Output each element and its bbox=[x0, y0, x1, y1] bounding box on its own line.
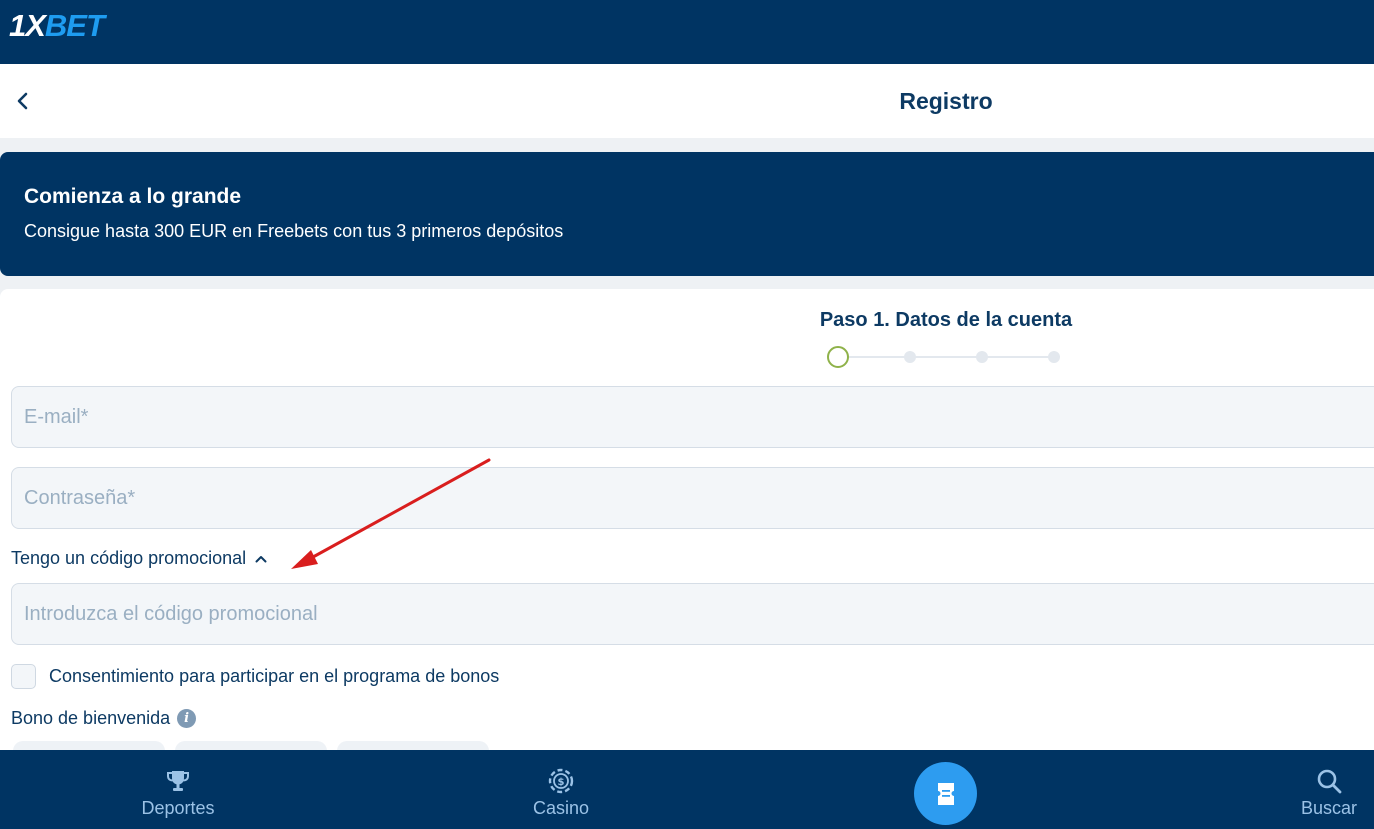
logo-part-bet: BET bbox=[44, 8, 105, 43]
step-indicator-4 bbox=[1048, 351, 1060, 363]
chevron-up-icon bbox=[254, 552, 268, 566]
logo-part-1x: 1X bbox=[9, 8, 46, 43]
step-title: Paso 1. Datos de la cuenta bbox=[819, 309, 1073, 331]
nav-deportes[interactable]: Deportes bbox=[128, 750, 228, 829]
bet-slip-icon bbox=[937, 782, 954, 805]
promo-code-input[interactable] bbox=[12, 584, 1374, 644]
bet-slip-button[interactable] bbox=[914, 762, 977, 825]
info-icon[interactable]: i bbox=[177, 709, 197, 728]
nav-buscar-label: Buscar bbox=[1300, 798, 1358, 818]
nav-buscar[interactable]: Buscar bbox=[1289, 750, 1369, 829]
step-indicator-1 bbox=[827, 346, 849, 368]
banner-title: Comienza a lo grande bbox=[24, 185, 242, 208]
search-icon bbox=[1315, 767, 1343, 795]
svg-text:$: $ bbox=[558, 777, 565, 788]
promo-code-toggle[interactable]: Tengo un código promocional bbox=[11, 548, 268, 569]
bonus-consent-label[interactable]: Consentimiento para participar en el pro… bbox=[49, 666, 499, 687]
promo-banner: Comienza a lo grande Consigue hasta 300 … bbox=[0, 152, 1374, 276]
step-progress bbox=[826, 345, 1066, 369]
welcome-bonus-text: Bono de bienvenida bbox=[11, 708, 171, 728]
bonus-consent-checkbox[interactable] bbox=[11, 664, 36, 689]
step-indicator-2 bbox=[904, 351, 916, 363]
page-title: Registro bbox=[899, 88, 993, 114]
password-field[interactable] bbox=[11, 467, 1374, 529]
password-input[interactable] bbox=[12, 468, 1374, 528]
step-progress-line bbox=[846, 356, 1056, 358]
bonus-consent-row: Consentimiento para participar en el pro… bbox=[11, 664, 499, 689]
welcome-bonus-label: Bono de bienvenida i bbox=[11, 708, 197, 729]
top-bar: 1XBET bbox=[0, 0, 1374, 64]
email-input[interactable] bbox=[12, 387, 1374, 447]
step-indicator-3 bbox=[976, 351, 988, 363]
brand-logo[interactable]: 1XBET bbox=[9, 8, 105, 44]
email-field[interactable] bbox=[11, 386, 1374, 448]
promo-code-field[interactable] bbox=[11, 583, 1374, 645]
registration-form: Paso 1. Datos de la cuenta Tengo un códi… bbox=[0, 289, 1374, 761]
nav-casino-label: Casino bbox=[532, 798, 590, 818]
trophy-icon bbox=[164, 767, 192, 795]
casino-chip-icon: $ bbox=[547, 767, 575, 795]
page-header: Registro bbox=[0, 64, 1374, 138]
promo-code-toggle-label: Tengo un código promocional bbox=[11, 548, 247, 568]
banner-subtitle: Consigue hasta 300 EUR en Freebets con t… bbox=[24, 221, 564, 241]
nav-deportes-label: Deportes bbox=[141, 798, 215, 818]
nav-casino[interactable]: $ Casino bbox=[511, 750, 611, 829]
bottom-nav: Deportes $ Casino Buscar bbox=[0, 750, 1374, 829]
